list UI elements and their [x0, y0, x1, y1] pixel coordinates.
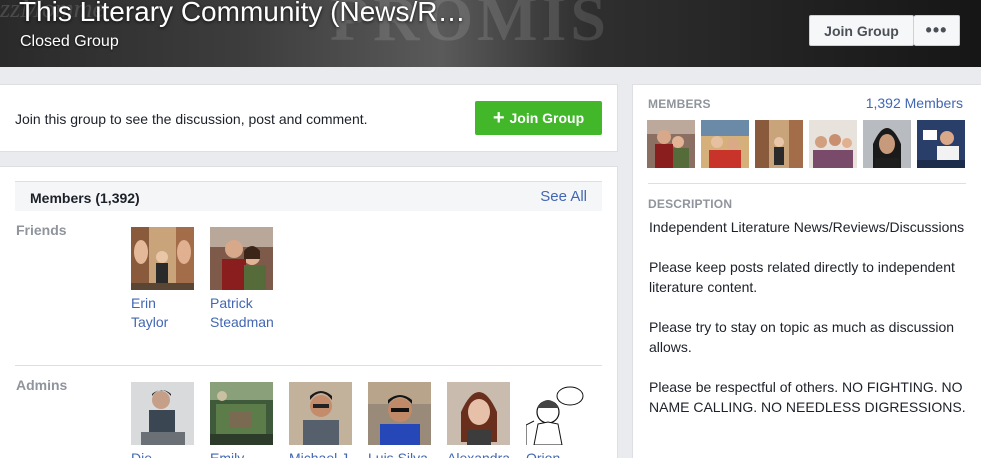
members-section-label: MEMBERS	[648, 97, 711, 111]
description-section-label: DESCRIPTION	[648, 197, 733, 211]
members-header: Members (1,392) See All	[15, 181, 602, 211]
admin-name[interactable]: Alexandra	[447, 449, 517, 458]
admin-avatar[interactable]	[131, 382, 194, 445]
member-thumbnail[interactable]	[863, 120, 911, 168]
join-group-button-label: Join Group	[509, 110, 585, 126]
friend-erin-taylor[interactable]: Erin Taylor	[131, 227, 201, 332]
section-divider	[648, 183, 966, 184]
group-title[interactable]: This Literary Community (News/R…	[19, 0, 466, 28]
members-count-link[interactable]: 1,392 Members	[866, 95, 963, 111]
plus-icon: +	[492, 107, 505, 129]
description-paragraph: Please try to stay on topic as much as d…	[649, 319, 955, 355]
admin-name[interactable]: Orion	[526, 449, 596, 458]
admin-avatar[interactable]	[447, 382, 510, 445]
section-divider	[15, 365, 602, 366]
join-prompt-card: Join this group to see the discussion, p…	[0, 84, 618, 152]
friend-first-name[interactable]: Erin	[131, 294, 201, 313]
friend-last-name[interactable]: Taylor	[131, 313, 201, 332]
friend-avatar[interactable]	[210, 227, 273, 290]
admin-member[interactable]: Michael J	[289, 382, 359, 458]
admin-avatar[interactable]	[526, 382, 589, 445]
admin-member[interactable]: Orion	[526, 382, 596, 458]
group-privacy-label: Closed Group	[20, 33, 119, 50]
admin-name[interactable]: Luis Silva	[368, 449, 438, 458]
friend-avatar[interactable]	[131, 227, 194, 290]
admin-avatar[interactable]	[368, 382, 431, 445]
join-group-button[interactable]: + Join Group	[475, 101, 602, 135]
admin-member[interactable]: Alexandra	[447, 382, 517, 458]
admin-avatar[interactable]	[289, 382, 352, 445]
join-prompt-text: Join this group to see the discussion, p…	[15, 111, 368, 127]
member-thumbnail[interactable]	[701, 120, 749, 168]
cover-join-group-button[interactable]: Join Group	[809, 15, 914, 46]
group-info-card: MEMBERS 1,392 Members DESCRIPTION Indepe…	[632, 84, 981, 458]
friends-label: Friends	[16, 222, 67, 238]
members-card: Members (1,392) See All Friends Erin Tay…	[0, 166, 618, 458]
friend-last-name[interactable]: Steadman	[210, 313, 280, 332]
description-paragraph: Please keep posts related directly to in…	[649, 259, 955, 295]
member-thumbnail[interactable]	[647, 120, 695, 168]
friend-patrick-steadman[interactable]: Patrick Steadman	[210, 227, 280, 332]
members-title: Members (1,392)	[30, 190, 140, 206]
description-paragraph: Please be respectful of others. NO FIGHT…	[649, 379, 966, 415]
admin-name[interactable]: Die	[131, 449, 201, 458]
admin-name[interactable]: Michael J	[289, 449, 359, 458]
member-thumbnail[interactable]	[809, 120, 857, 168]
more-options-button[interactable]: •••	[914, 15, 960, 46]
admin-member[interactable]: Emily	[210, 382, 280, 458]
friend-first-name[interactable]: Patrick	[210, 294, 280, 313]
admins-label: Admins	[16, 377, 68, 393]
admin-member[interactable]: Die	[131, 382, 201, 458]
see-all-link[interactable]: See All	[540, 188, 587, 205]
member-thumbnail[interactable]	[755, 120, 803, 168]
admin-avatar[interactable]	[210, 382, 273, 445]
group-description: Independent Literature News/Reviews/Disc…	[649, 217, 969, 437]
description-paragraph: Independent Literature News/Reviews/Disc…	[649, 219, 965, 235]
admin-name[interactable]: Emily	[210, 449, 280, 458]
admin-member[interactable]: Luis Silva	[368, 382, 438, 458]
member-thumbnail[interactable]	[917, 120, 965, 168]
group-cover-photo: zzMomme PROMIS This Literary Community (…	[0, 0, 981, 67]
